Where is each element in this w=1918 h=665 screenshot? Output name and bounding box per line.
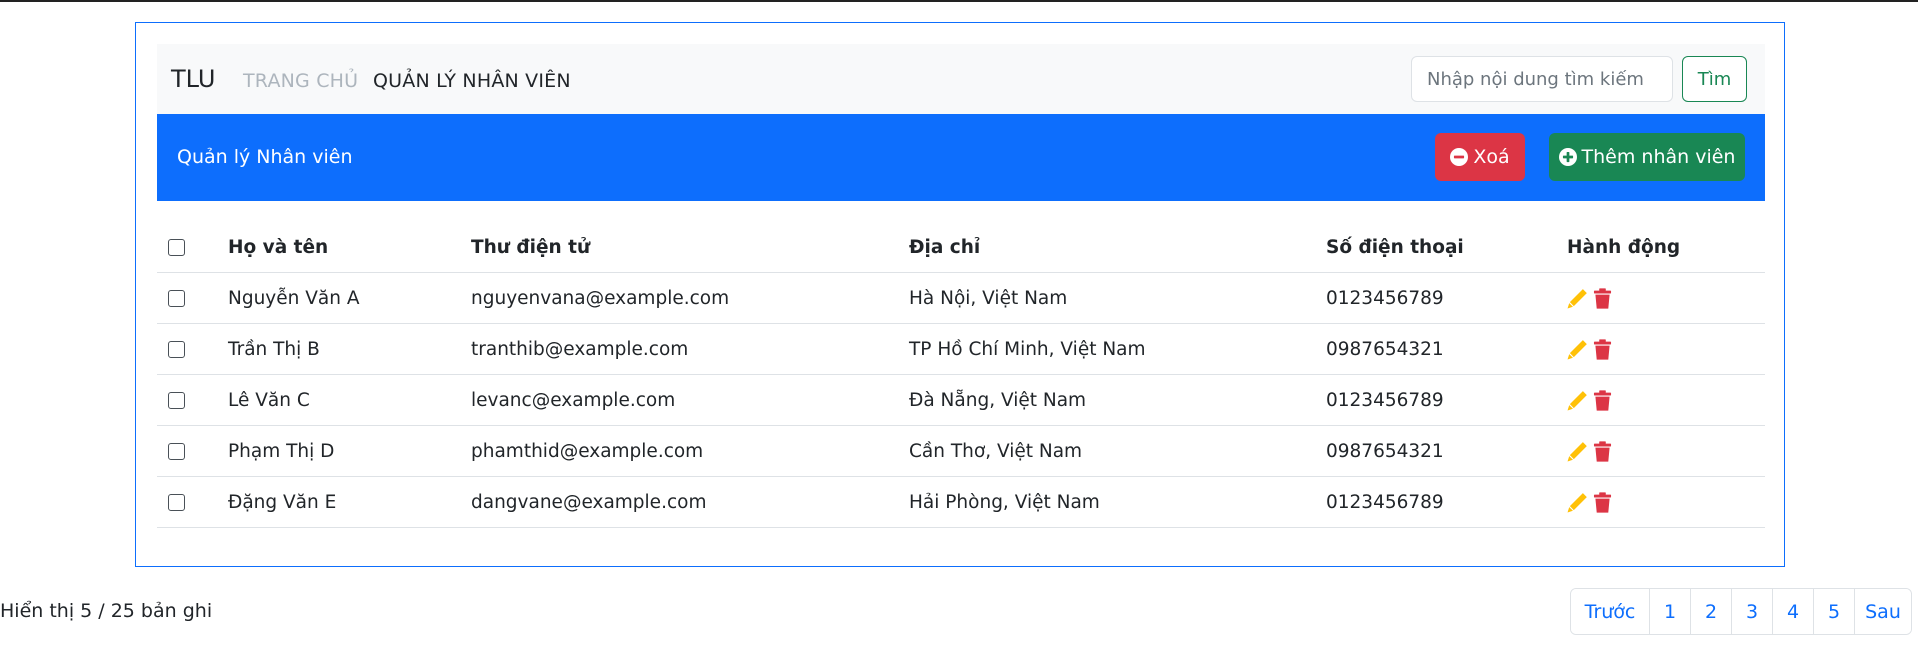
trash-icon[interactable] [1592,287,1613,309]
trash-icon[interactable] [1592,440,1613,462]
row-actions [1567,426,1613,476]
employee-table: Họ và tên Thư điện tử Địa chỉ Số điện th… [157,223,1765,528]
add-employee-button[interactable]: Thêm nhân viên [1549,133,1745,181]
employee-email: tranthib@example.com [471,338,689,360]
delete-button-label: Xoá [1473,146,1510,168]
row-actions [1567,273,1613,323]
employee-name: Nguyễn Văn A [228,287,360,309]
select-all-cell [168,223,185,272]
table-row: Đặng Văn E dangvane@example.com Hải Phòn… [157,477,1765,528]
column-header-email: Thư điện tử [471,237,591,258]
column-header-address: Địa chỉ [909,237,981,258]
pencil-icon[interactable] [1567,441,1588,462]
pencil-icon[interactable] [1567,339,1588,360]
pagination-page-1[interactable]: 1 [1650,589,1691,634]
employee-name: Trần Thị B [228,338,320,360]
select-all-checkbox[interactable] [168,239,185,256]
employee-address: Đà Nẵng, Việt Nam [909,389,1087,411]
row-checkbox[interactable] [168,391,185,409]
pagination-page-3[interactable]: 3 [1732,589,1773,634]
pagination: Trước 1 2 3 4 5 Sau [1570,588,1912,635]
records-info: Hiển thị 5 / 25 bản ghi [0,600,213,622]
brand-logo[interactable]: TLU [171,65,215,93]
employee-name: Đặng Văn E [228,491,337,513]
nav-link-employee-management[interactable]: QUẢN LÝ NHÂN VIÊN [373,70,571,92]
table-header-row: Họ và tên Thư điện tử Địa chỉ Số điện th… [157,223,1765,273]
employee-email: nguyenvana@example.com [471,287,730,309]
table-row: Lê Văn C levanc@example.com Đà Nẵng, Việ… [157,375,1765,426]
column-header-name: Họ và tên [228,237,329,258]
plus-circle-icon [1558,148,1577,166]
employee-phone: 0123456789 [1326,287,1444,309]
employee-email: dangvane@example.com [471,491,707,513]
employee-address: Hải Phòng, Việt Nam [909,491,1100,513]
row-checkbox[interactable] [168,340,185,358]
pagination-page-5[interactable]: 5 [1814,589,1855,634]
row-checkbox[interactable] [168,493,185,511]
row-actions [1567,477,1613,527]
employee-phone: 0987654321 [1326,338,1444,360]
pencil-icon[interactable] [1567,390,1588,411]
employee-email: phamthid@example.com [471,440,704,462]
row-actions [1567,375,1613,425]
page-header-bar: Quản lý Nhân viên Xoá Thêm nhân viên [157,114,1765,201]
table-row: Nguyễn Văn A nguyenvana@example.com Hà N… [157,273,1765,324]
row-checkbox[interactable] [168,442,185,460]
row-actions [1567,324,1613,374]
page-title: Quản lý Nhân viên [177,146,353,168]
delete-button[interactable]: Xoá [1435,133,1525,181]
table-row: Trần Thị B tranthib@example.com TP Hồ Ch… [157,324,1765,375]
nav-link-home[interactable]: TRANG CHỦ [243,70,358,92]
pagination-next[interactable]: Sau [1855,589,1911,634]
window-top-border [0,0,1918,2]
trash-icon[interactable] [1592,389,1613,411]
trash-icon[interactable] [1592,491,1613,513]
add-employee-button-label: Thêm nhân viên [1581,146,1736,168]
trash-icon[interactable] [1592,338,1613,360]
employee-address: Hà Nội, Việt Nam [909,287,1068,309]
search-button[interactable]: Tìm [1682,56,1747,102]
pencil-icon[interactable] [1567,492,1588,513]
minus-circle-icon [1450,148,1469,166]
pencil-icon[interactable] [1567,288,1588,309]
employee-address: Cần Thơ, Việt Nam [909,440,1083,462]
employee-name: Phạm Thị D [228,440,335,462]
row-checkbox[interactable] [168,289,185,307]
employee-phone: 0123456789 [1326,491,1444,513]
column-header-actions: Hành động [1567,237,1681,258]
pagination-page-4[interactable]: 4 [1773,589,1814,634]
employee-phone: 0123456789 [1326,389,1444,411]
pagination-page-2[interactable]: 2 [1691,589,1732,634]
employee-address: TP Hồ Chí Minh, Việt Nam [909,338,1146,360]
employee-phone: 0987654321 [1326,440,1444,462]
search-input[interactable] [1411,56,1673,102]
pagination-prev[interactable]: Trước [1571,589,1650,634]
employee-email: levanc@example.com [471,389,676,411]
employee-name: Lê Văn C [228,389,310,411]
table-row: Phạm Thị D phamthid@example.com Cần Thơ,… [157,426,1765,477]
navbar: TLU TRANG CHỦ QUẢN LÝ NHÂN VIÊN Tìm [157,44,1765,114]
employee-management-panel: TLU TRANG CHỦ QUẢN LÝ NHÂN VIÊN Tìm Quản… [135,22,1785,567]
column-header-phone: Số điện thoại [1326,237,1464,258]
